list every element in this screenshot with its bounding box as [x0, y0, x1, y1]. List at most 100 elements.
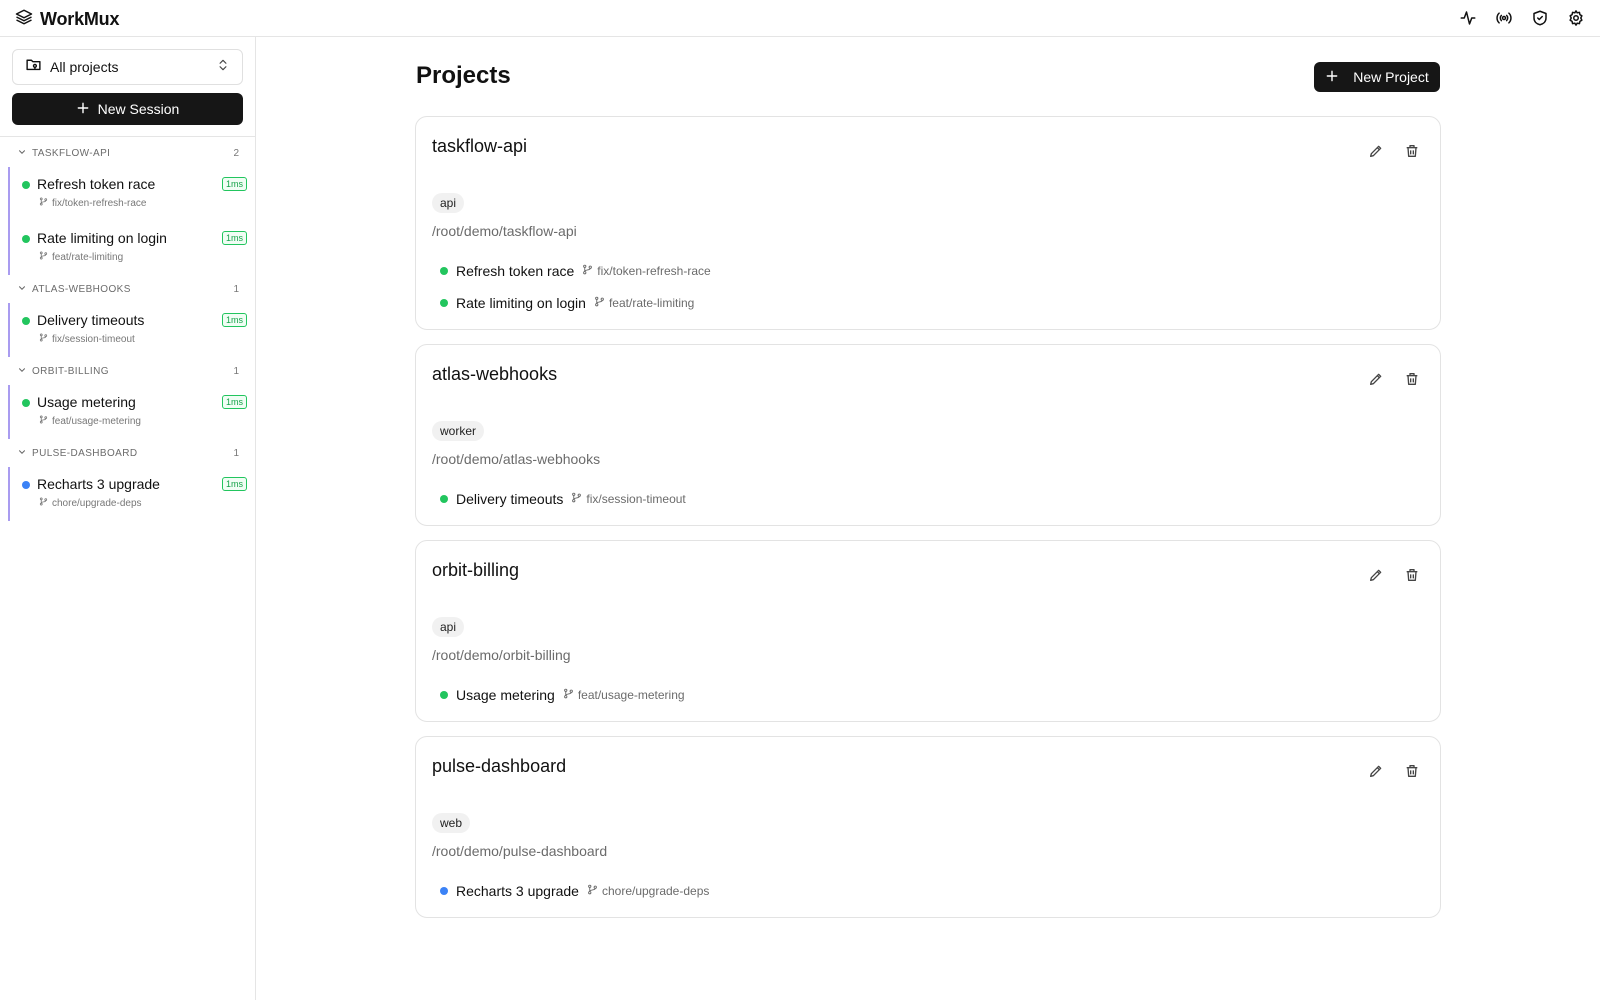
- git-branch-icon: [39, 415, 48, 427]
- sidebar-session[interactable]: Delivery timeouts fix/session-timeout 1m…: [8, 303, 255, 357]
- status-dot: [440, 495, 448, 503]
- git-branch-icon: [39, 197, 48, 209]
- trash-icon[interactable]: [1402, 761, 1422, 781]
- project-session-row[interactable]: Delivery timeouts fix/session-timeout: [432, 483, 686, 515]
- branch-name: chore/upgrade-deps: [601, 884, 710, 898]
- status-dot: [440, 267, 448, 275]
- project-tag: api: [432, 617, 465, 637]
- project-sessions: Refresh token race fix/token-refresh-rac…: [432, 255, 711, 319]
- group-count: 1: [233, 365, 239, 377]
- group-header-pulse-dashboard[interactable]: PULSE-DASHBOARD 1: [0, 439, 255, 467]
- shield-check-icon[interactable]: [1530, 8, 1550, 28]
- pencil-icon[interactable]: [1366, 761, 1386, 781]
- gear-icon[interactable]: [1566, 8, 1586, 28]
- new-session-label: New Session: [97, 101, 180, 117]
- pencil-icon[interactable]: [1366, 369, 1386, 389]
- project-tag: api: [432, 193, 465, 213]
- session-title: Delivery timeouts: [456, 491, 564, 507]
- session-title: Refresh token race: [456, 263, 575, 279]
- session-title: Recharts 3 upgrade: [37, 476, 160, 492]
- sidebar-session[interactable]: Usage metering feat/usage-metering 1ms: [8, 385, 255, 439]
- status-dot: [22, 481, 30, 489]
- project-select-label: All projects: [50, 59, 119, 75]
- trash-icon[interactable]: [1402, 369, 1422, 389]
- branch-name: fix/session-timeout: [586, 492, 686, 506]
- project-name: orbit-billing: [432, 560, 520, 580]
- branch-name: fix/token-refresh-race: [597, 264, 711, 278]
- trash-icon[interactable]: [1402, 141, 1422, 161]
- top-bar: WorkMux: [0, 0, 1600, 37]
- chevron-up-down-icon: [216, 58, 230, 77]
- git-branch-icon: [571, 492, 582, 506]
- branch-name: feat/usage-metering: [577, 688, 685, 702]
- sidebar: All projects New Session TASKFLOW-API 2 …: [0, 37, 256, 1000]
- project-path: /root/demo/pulse-dashboard: [432, 843, 608, 859]
- git-branch-icon: [582, 264, 593, 278]
- sidebar-session[interactable]: Rate limiting on login feat/rate-limitin…: [8, 221, 255, 275]
- git-branch-icon: [39, 251, 48, 263]
- git-branch-icon: [563, 688, 574, 702]
- group-name: ATLAS-WEBHOOKS: [32, 283, 131, 295]
- plus-icon: [1325, 69, 1339, 86]
- project-path: /root/demo/atlas-webhooks: [432, 451, 601, 467]
- status-dot: [440, 887, 448, 895]
- project-name: pulse-dashboard: [432, 756, 567, 776]
- project-session-row[interactable]: Usage metering feat/usage-metering: [432, 679, 685, 711]
- group-header-taskflow-api[interactable]: TASKFLOW-API 2: [0, 139, 255, 167]
- sidebar-session[interactable]: Recharts 3 upgrade chore/upgrade-deps 1m…: [8, 467, 255, 521]
- session-groups: TASKFLOW-API 2 Refresh token race fix/to…: [0, 139, 255, 521]
- status-dot: [440, 299, 448, 307]
- session-title: Usage metering: [37, 394, 136, 410]
- project-card-orbit-billing: orbit-billing api /root/demo/orbit-billi…: [415, 540, 1441, 722]
- session-branch: chore/upgrade-deps: [39, 497, 142, 509]
- session-title: Rate limiting on login: [37, 230, 167, 246]
- group-name: TASKFLOW-API: [32, 147, 111, 159]
- sidebar-session[interactable]: Refresh token race fix/token-refresh-rac…: [8, 167, 255, 221]
- group-header-orbit-billing[interactable]: ORBIT-BILLING 1: [0, 357, 255, 385]
- status-dot: [22, 399, 30, 407]
- group-count: 2: [233, 147, 239, 159]
- latency-badge: 1ms: [221, 477, 247, 491]
- git-branch-icon: [594, 296, 605, 310]
- project-session-row[interactable]: Refresh token race fix/token-refresh-rac…: [432, 255, 711, 287]
- new-project-button[interactable]: New Project: [1314, 62, 1440, 92]
- latency-badge: 1ms: [221, 395, 247, 409]
- status-dot: [22, 317, 30, 325]
- group-header-atlas-webhooks[interactable]: ATLAS-WEBHOOKS 1: [0, 275, 255, 303]
- branch-name: feat/usage-metering: [52, 415, 141, 427]
- chevron-down-icon: [17, 144, 27, 162]
- project-session-row[interactable]: Recharts 3 upgrade chore/upgrade-deps: [432, 875, 709, 907]
- pencil-icon[interactable]: [1366, 565, 1386, 585]
- session-title: Delivery timeouts: [37, 312, 145, 328]
- folder-icon: [25, 56, 42, 78]
- trash-icon[interactable]: [1402, 565, 1422, 585]
- status-dot: [22, 181, 30, 189]
- git-branch-icon: [39, 333, 48, 345]
- project-card-taskflow-api: taskflow-api api /root/demo/taskflow-api…: [415, 116, 1441, 330]
- session-title: Recharts 3 upgrade: [456, 883, 579, 899]
- project-sessions: Usage metering feat/usage-metering: [432, 679, 685, 711]
- group-name: PULSE-DASHBOARD: [32, 447, 138, 459]
- project-name: atlas-webhooks: [432, 364, 558, 384]
- project-session-row[interactable]: Rate limiting on login feat/rate-limitin…: [432, 287, 711, 319]
- chevron-down-icon: [17, 444, 27, 462]
- new-session-button[interactable]: New Session: [12, 93, 243, 125]
- session-branch: fix/token-refresh-race: [39, 197, 146, 209]
- session-branch: fix/session-timeout: [571, 492, 686, 506]
- layers-icon: [15, 8, 33, 31]
- session-branch: feat/rate-limiting: [594, 296, 694, 310]
- project-select[interactable]: All projects: [12, 49, 243, 85]
- project-path: /root/demo/taskflow-api: [432, 223, 577, 239]
- project-card-atlas-webhooks: atlas-webhooks worker /root/demo/atlas-w…: [415, 344, 1441, 526]
- activity-icon[interactable]: [1458, 8, 1478, 28]
- broadcast-icon[interactable]: [1494, 8, 1514, 28]
- project-tag: web: [432, 813, 471, 833]
- pencil-icon[interactable]: [1366, 141, 1386, 161]
- git-branch-icon: [39, 497, 48, 509]
- project-tag: worker: [432, 421, 485, 441]
- session-branch: chore/upgrade-deps: [587, 884, 709, 898]
- brand[interactable]: WorkMux: [15, 8, 119, 31]
- branch-name: feat/rate-limiting: [608, 296, 695, 310]
- git-branch-icon: [587, 884, 598, 898]
- app-name: WorkMux: [40, 9, 120, 29]
